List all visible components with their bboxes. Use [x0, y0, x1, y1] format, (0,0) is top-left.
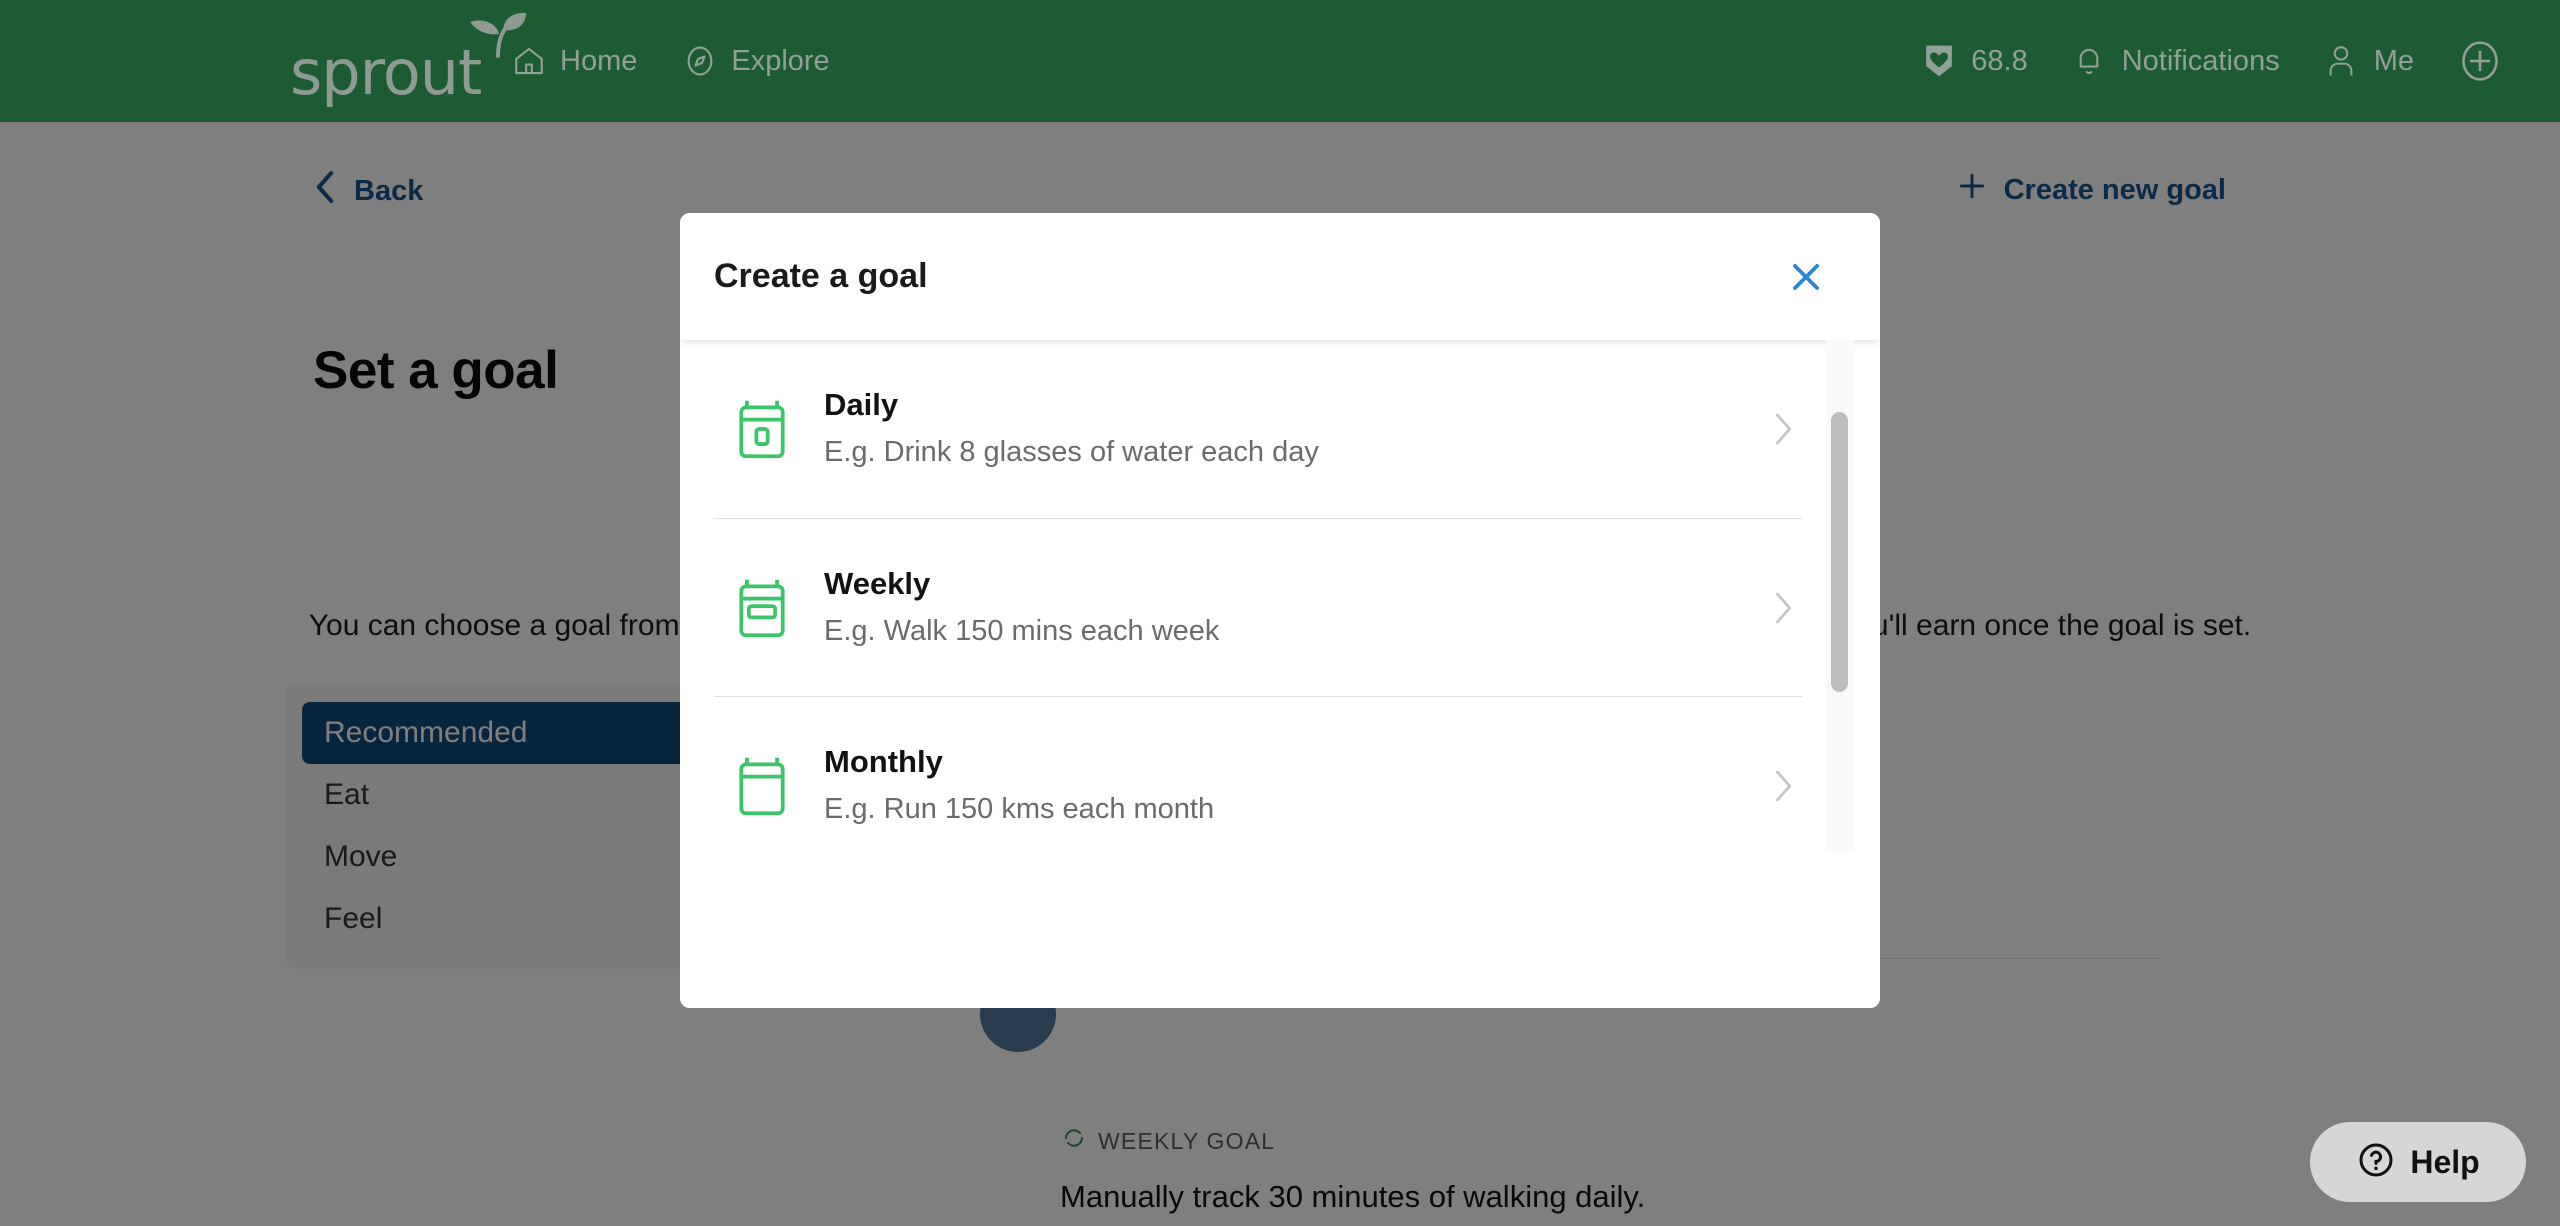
help-widget[interactable]: Help — [2310, 1122, 2526, 1202]
points-value: 68.8 — [1971, 44, 2028, 77]
bell-icon — [2072, 43, 2106, 79]
top-navigation-bar: sprout Home Explore 68.8 Notifications M… — [0, 0, 2560, 122]
brand-wordmark: sprout — [290, 36, 482, 109]
goal-type-option-daily[interactable]: Daily E.g. Drink 8 glasses of water each… — [714, 340, 1802, 518]
calendar-monthly-icon — [730, 754, 794, 818]
goal-type-monthly-text: Monthly E.g. Run 150 kms each month — [824, 741, 1762, 831]
calendar-weekly-icon — [730, 576, 794, 640]
goal-type-weekly-title: Weekly — [824, 565, 931, 601]
goal-type-list: Daily E.g. Drink 8 glasses of water each… — [680, 340, 1880, 1008]
goal-type-daily-subtitle: E.g. Drink 8 glasses of water each day — [824, 436, 1319, 468]
modal-title: Create a goal — [714, 257, 928, 295]
goal-type-option-monthly[interactable]: Monthly E.g. Run 150 kms each month — [714, 696, 1802, 874]
nav-item-home-label: Home — [560, 44, 638, 77]
close-icon[interactable] — [1778, 249, 1834, 305]
nav-item-me-label: Me — [2373, 44, 2414, 77]
goal-type-monthly-subtitle: E.g. Run 150 kms each month — [824, 792, 1215, 825]
nav-item-home[interactable]: Home — [512, 44, 637, 78]
chevron-right-icon — [1762, 591, 1802, 625]
sprout-logo[interactable]: sprout — [290, 12, 526, 109]
nav-item-me[interactable]: Me — [2324, 43, 2414, 79]
secondary-nav-links: 68.8 Notifications Me — [1923, 0, 2502, 122]
goal-type-weekly-subtitle: E.g. Walk 150 mins each week — [824, 614, 1220, 647]
modal-body: Daily E.g. Drink 8 glasses of water each… — [680, 340, 1880, 1008]
chevron-right-icon — [1762, 769, 1802, 803]
nav-item-notifications[interactable]: Notifications — [2072, 43, 2280, 79]
create-goal-modal: Create a goal Daily E.g. Drink 8 glasses… — [680, 213, 1880, 1008]
chevron-right-icon — [1762, 412, 1802, 446]
home-icon — [512, 44, 546, 78]
help-widget-label: Help — [2410, 1143, 2480, 1180]
nav-item-explore[interactable]: Explore — [683, 44, 830, 78]
calendar-daily-icon — [730, 397, 794, 461]
nav-item-explore-label: Explore — [731, 44, 830, 77]
compass-icon — [683, 44, 717, 78]
app-root: sprout Home Explore 68.8 Notifications M… — [0, 0, 2560, 1226]
modal-scrollbar-thumb[interactable] — [1831, 412, 1848, 692]
person-icon — [2324, 43, 2358, 79]
plus-circle-icon — [2458, 37, 2502, 85]
primary-nav-links: Home Explore — [512, 0, 830, 122]
nav-item-notifications-label: Notifications — [2121, 44, 2280, 77]
points-indicator[interactable]: 68.8 — [1923, 43, 2028, 79]
goal-type-monthly-title: Monthly — [824, 743, 943, 779]
heart-shield-icon — [1923, 43, 1955, 79]
goal-type-daily-title: Daily — [824, 387, 899, 422]
modal-header: Create a goal — [680, 213, 1880, 340]
add-button[interactable] — [2458, 37, 2502, 85]
question-circle-icon — [2356, 1140, 2396, 1185]
goal-type-option-weekly[interactable]: Weekly E.g. Walk 150 mins each week — [714, 518, 1802, 696]
goal-type-weekly-text: Weekly E.g. Walk 150 mins each week — [824, 563, 1762, 653]
goal-type-daily-text: Daily E.g. Drink 8 glasses of water each… — [824, 384, 1762, 474]
